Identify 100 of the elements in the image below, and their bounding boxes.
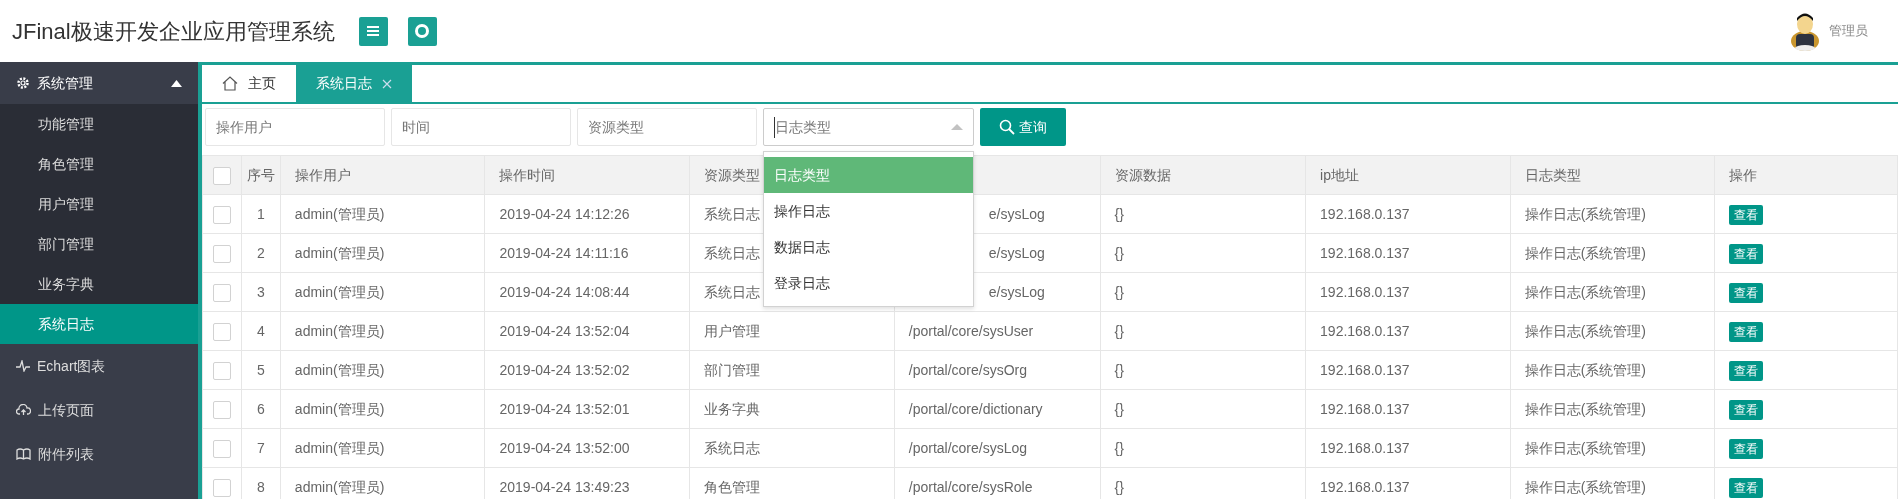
menu-button[interactable] [358, 16, 388, 46]
table-cell: 5 [241, 350, 281, 390]
dropdown-option[interactable]: 登录日志 [764, 265, 973, 301]
sidebar-group[interactable]: 系统管理 [0, 62, 198, 104]
user-name[interactable]: 管理员 [1829, 21, 1868, 41]
sidebar-item[interactable]: 业务字典 [0, 264, 198, 304]
table-cell: 192.168.0.137 [1305, 389, 1511, 429]
table-cell: 部门管理 [689, 350, 895, 390]
table-cell: 用户管理 [689, 311, 895, 351]
sidebar-item[interactable]: 系统日志 [0, 304, 198, 344]
column-header: 资源数据 [1114, 166, 1171, 183]
row-checkbox[interactable] [212, 322, 231, 341]
view-button[interactable]: 查看 [1729, 399, 1764, 420]
table-cell: admin(管理员) [280, 428, 485, 468]
column-header: ip地址 [1320, 166, 1359, 183]
table-cell: /portal/core/dictionary [894, 389, 1101, 429]
table-cell: admin(管理员) [280, 389, 485, 429]
home-icon [222, 76, 238, 91]
table-cell: 操作日志(系统管理) [1510, 350, 1715, 390]
column-header: 日志类型 [1524, 166, 1581, 183]
table-cell: {} [1100, 350, 1306, 390]
search-button[interactable]: 查询 [980, 108, 1066, 146]
table-cell: 1 [241, 194, 281, 234]
row-checkbox[interactable] [212, 400, 231, 419]
table-cell: 192.168.0.137 [1305, 194, 1511, 234]
menu-icon [367, 26, 380, 36]
view-button[interactable]: 查看 [1729, 360, 1764, 381]
menu-label: 系统管理 [37, 73, 93, 93]
view-button[interactable]: 查看 [1729, 321, 1764, 342]
table-cell: 192.168.0.137 [1305, 233, 1511, 273]
table-cell: 2019-04-24 14:08:44 [485, 272, 690, 312]
menu-label: 附件列表 [38, 444, 94, 464]
sidebar-group[interactable]: 上传页面 [0, 388, 198, 432]
row-checkbox[interactable] [212, 283, 231, 302]
view-button[interactable]: 查看 [1729, 204, 1764, 225]
book-icon [16, 448, 31, 460]
dropdown-option[interactable]: 数据日志 [764, 229, 973, 265]
sidebar-item[interactable]: 用户管理 [0, 184, 198, 224]
column-header: 操作时间 [499, 166, 556, 183]
view-button[interactable]: 查看 [1729, 477, 1764, 498]
column-header: 操作用户 [294, 166, 351, 183]
row-checkbox[interactable] [212, 244, 231, 263]
view-button[interactable]: 查看 [1729, 282, 1764, 303]
table-cell: 2019-04-24 13:52:00 [485, 428, 690, 468]
sidebar-item[interactable]: 部门管理 [0, 224, 198, 264]
tab[interactable]: 系统日志 [296, 65, 412, 102]
search-field[interactable]: 操作用户 [205, 108, 385, 146]
table-cell: 操作日志(系统管理) [1510, 428, 1715, 468]
row-checkbox[interactable] [212, 361, 231, 380]
sidebar-group[interactable]: Echart图表 [0, 344, 198, 388]
table-cell: 操作日志(系统管理) [1510, 194, 1715, 234]
table-cell: admin(管理员) [280, 233, 485, 273]
menu-label: 上传页面 [38, 400, 94, 420]
table-cell: 2 [241, 233, 281, 273]
column-header: 资源类型 [704, 166, 761, 183]
table-cell: 操作日志(系统管理) [1510, 272, 1715, 312]
log-type-select[interactable]: 日志类型 [763, 108, 974, 146]
row-checkbox[interactable] [212, 439, 231, 458]
table-cell: 192.168.0.137 [1305, 428, 1511, 468]
row-checkbox[interactable] [212, 205, 231, 224]
table-cell: 192.168.0.137 [1305, 272, 1511, 312]
table-cell: 2019-04-24 14:12:26 [485, 194, 690, 234]
row-checkbox[interactable] [212, 478, 231, 497]
sidebar-item[interactable]: 角色管理 [0, 144, 198, 184]
dropdown-option[interactable]: 操作日志 [764, 193, 973, 229]
table-cell: 6 [241, 389, 281, 429]
table-cell: {} [1100, 311, 1306, 351]
search-icon [999, 119, 1015, 135]
table-cell: 192.168.0.137 [1305, 350, 1511, 390]
sidebar-item[interactable]: 功能管理 [0, 104, 198, 144]
search-field[interactable]: 时间 [391, 108, 571, 146]
table-cell: admin(管理员) [280, 272, 485, 312]
table-cell: admin(管理员) [280, 194, 485, 234]
sidebar-group[interactable]: 附件列表 [0, 432, 198, 476]
table-cell: 4 [241, 311, 281, 351]
table-cell: {} [1100, 194, 1306, 234]
table-cell: 操作日志(系统管理) [1510, 233, 1715, 273]
table-cell: {} [1100, 233, 1306, 273]
select-all-checkbox[interactable] [212, 166, 231, 185]
table-cell: {} [1100, 389, 1306, 429]
table-cell: /portal/core/sysLog [894, 428, 1101, 468]
table-cell: 2019-04-24 13:52:02 [485, 350, 690, 390]
lifebuoy-icon [415, 24, 430, 38]
settings-icon [16, 76, 30, 90]
table-cell: 系统日志 [689, 428, 895, 468]
search-field[interactable]: 资源类型 [577, 108, 757, 146]
lifebuoy-button[interactable] [407, 16, 437, 46]
table-cell: 2019-04-24 13:52:04 [485, 311, 690, 351]
view-button[interactable]: 查看 [1729, 243, 1764, 264]
table-cell: /portal/core/sysOrg [894, 350, 1101, 390]
table-cell: {} [1100, 272, 1306, 312]
table-cell: 2019-04-24 14:11:16 [485, 233, 690, 273]
table-cell: 7 [241, 428, 281, 468]
dropdown-option[interactable]: 日志类型 [764, 157, 973, 193]
close-icon[interactable] [382, 78, 392, 89]
view-button[interactable]: 查看 [1729, 438, 1764, 459]
table-cell: 业务字典 [689, 389, 895, 429]
column-header: 操作 [1729, 166, 1758, 183]
caret-icon [951, 124, 963, 130]
cloud-upload-icon [16, 404, 31, 416]
